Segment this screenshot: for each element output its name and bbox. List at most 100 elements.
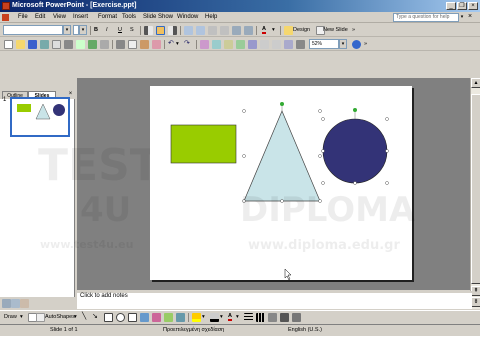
undo-icon[interactable]: ↶ (168, 39, 174, 47)
draw-font-color-dropdown-icon[interactable]: ▾ (236, 314, 239, 320)
align-center-icon[interactable] (156, 26, 165, 35)
draw-font-color-icon[interactable]: A (228, 313, 232, 321)
expand-all-icon[interactable] (260, 40, 269, 49)
slide-sorter-icon[interactable] (11, 299, 20, 308)
next-slide-icon[interactable]: ⇟ (471, 297, 480, 307)
cut-icon[interactable] (116, 40, 125, 49)
font-size-dropdown-icon[interactable]: ▾ (79, 25, 87, 35)
wordart-icon[interactable] (140, 313, 149, 322)
rectangle-tool-icon[interactable] (104, 313, 113, 322)
print-preview-icon[interactable] (76, 40, 85, 49)
selection-handle[interactable] (242, 154, 246, 158)
toolbar-options-icon-2[interactable]: » (364, 41, 367, 47)
paste-icon[interactable] (140, 40, 149, 49)
show-grid-icon[interactable] (284, 40, 293, 49)
triangle-shape[interactable] (243, 110, 321, 202)
slide-thumbnail[interactable] (10, 97, 70, 137)
redo-icon[interactable]: ↷ (184, 39, 190, 47)
selection-handle[interactable] (385, 149, 389, 153)
fill-color-icon[interactable] (192, 313, 201, 322)
shadow-style-icon[interactable] (280, 313, 289, 322)
email-icon[interactable] (52, 40, 61, 49)
insert-chart-icon[interactable] (200, 40, 209, 49)
normal-view-icon[interactable] (2, 299, 11, 308)
help-question-input[interactable]: Type a question for help (393, 13, 459, 22)
scroll-up-icon[interactable]: ▴ (471, 78, 480, 88)
menu-file[interactable]: File (18, 14, 28, 20)
draw-dropdown-icon[interactable]: ▾ (20, 314, 23, 320)
powerpoint-app-icon[interactable] (2, 2, 10, 10)
zoom-dropdown-icon[interactable]: ▾ (339, 39, 347, 49)
permission-icon[interactable] (40, 40, 49, 49)
line-style-icon[interactable] (244, 313, 253, 322)
menu-tools[interactable]: Tools (122, 14, 136, 20)
align-right-icon[interactable] (168, 26, 177, 35)
autoshapes-button[interactable]: AutoShapes (45, 314, 75, 320)
arrow-style-icon[interactable] (268, 313, 277, 322)
copy-icon[interactable] (128, 40, 137, 49)
arrow-tool-icon[interactable]: ↘ (92, 312, 98, 320)
close-button[interactable]: × (468, 2, 478, 10)
3d-style-icon[interactable] (292, 313, 301, 322)
print-icon[interactable] (64, 40, 73, 49)
format-painter-icon[interactable] (152, 40, 161, 49)
notes-pane[interactable] (77, 291, 472, 309)
autoshapes-dropdown-icon[interactable]: ▾ (74, 314, 77, 320)
selection-handle[interactable] (385, 181, 389, 185)
selection-handle[interactable] (353, 181, 357, 185)
menu-view[interactable]: View (53, 14, 66, 20)
selection-handle[interactable] (321, 149, 325, 153)
zoom-combo[interactable]: 52% (309, 39, 339, 49)
rectangle-shape[interactable] (170, 124, 237, 164)
font-name-combo[interactable] (3, 25, 63, 35)
selection-handle[interactable] (385, 117, 389, 121)
decrease-indent-icon[interactable] (232, 26, 241, 35)
menu-edit[interactable]: Edit (35, 14, 45, 20)
show-formatting-icon[interactable] (272, 40, 281, 49)
close-document-icon[interactable]: × (468, 13, 472, 20)
slide-show-icon[interactable] (20, 299, 29, 308)
menu-slide-show[interactable]: Slide Show (143, 14, 173, 20)
help-dropdown-icon[interactable]: ▾ (459, 13, 465, 22)
font-color-button[interactable]: A (262, 26, 266, 34)
draw-menu-button[interactable]: Draw (4, 314, 17, 320)
selection-handle[interactable] (242, 109, 246, 113)
textbox-tool-icon[interactable] (128, 313, 137, 322)
menu-window[interactable]: Window (177, 14, 198, 20)
dash-style-icon[interactable] (256, 313, 265, 322)
menu-format[interactable]: Format (98, 14, 117, 20)
decrease-font-icon[interactable] (220, 26, 229, 35)
fill-color-dropdown-icon[interactable]: ▾ (202, 314, 205, 320)
insert-diagram-icon[interactable] (236, 40, 245, 49)
design-button[interactable]: Design (293, 27, 310, 33)
italic-button[interactable]: I (106, 27, 108, 33)
document-icon[interactable] (2, 14, 9, 21)
save-icon[interactable] (28, 40, 37, 49)
numbering-icon[interactable] (184, 26, 193, 35)
increase-font-icon[interactable] (208, 26, 217, 35)
minimize-button[interactable]: _ (446, 2, 456, 10)
tables-borders-icon[interactable] (224, 40, 233, 49)
restore-button[interactable]: ❐ (457, 2, 467, 10)
oval-tool-icon[interactable] (116, 313, 125, 322)
align-left-icon[interactable] (144, 26, 153, 35)
line-tool-icon[interactable]: ╲ (82, 312, 86, 320)
open-icon[interactable] (16, 40, 25, 49)
previous-slide-icon[interactable]: ⇞ (471, 286, 480, 296)
menu-insert[interactable]: Insert (73, 14, 88, 20)
research-icon[interactable] (100, 40, 109, 49)
triangle-rotate-handle[interactable] (280, 102, 284, 106)
line-color-icon[interactable] (210, 313, 219, 322)
line-color-dropdown-icon[interactable]: ▾ (220, 314, 223, 320)
menu-help[interactable]: Help (205, 14, 217, 20)
help-icon[interactable] (352, 40, 361, 49)
picture-tool-icon[interactable] (176, 313, 185, 322)
selection-handle[interactable] (318, 109, 322, 113)
font-name-dropdown-icon[interactable]: ▾ (63, 25, 71, 35)
insert-table-icon[interactable] (212, 40, 221, 49)
new-icon[interactable] (4, 40, 13, 49)
new-slide-button[interactable]: New Slide (323, 27, 348, 33)
font-color-dropdown-icon[interactable]: ▾ (272, 27, 275, 33)
selection-handle[interactable] (321, 181, 325, 185)
underline-button[interactable]: U (118, 27, 122, 33)
